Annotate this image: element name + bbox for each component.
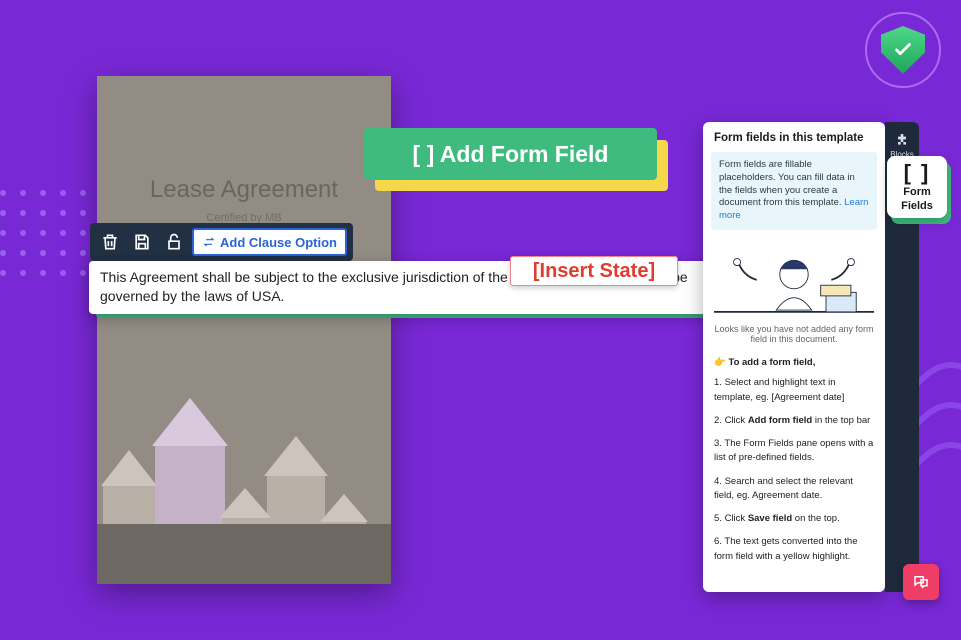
panel-info: Form fields are fillable placeholders. Y… bbox=[711, 152, 877, 230]
add-clause-option-button[interactable]: Add Clause Option bbox=[192, 228, 347, 256]
blocks-icon bbox=[894, 132, 910, 148]
security-badge bbox=[865, 12, 941, 88]
clause-text-before: This Agreement shall be subject to the e… bbox=[100, 269, 512, 285]
lock-button[interactable] bbox=[160, 228, 188, 256]
lock-open-icon bbox=[164, 232, 184, 252]
trash-icon bbox=[100, 232, 120, 252]
insert-state-chip[interactable]: [Insert State] bbox=[510, 256, 678, 286]
save-button[interactable] bbox=[128, 228, 156, 256]
panel-empty-text: Looks like you have not added any form f… bbox=[703, 322, 885, 350]
insert-state-label: [Insert State] bbox=[533, 260, 655, 283]
chat-icon bbox=[912, 573, 930, 591]
shield-check-icon bbox=[881, 26, 925, 74]
panel-steps-lead: 👉 To add a form field, bbox=[714, 356, 874, 370]
brackets-icon: [ ] bbox=[904, 162, 931, 184]
add-clause-label: Add Clause Option bbox=[220, 235, 337, 250]
step-1: 1. Select and highlight text in template… bbox=[714, 376, 874, 405]
step-5: 5. Click Save field on the top. bbox=[714, 512, 874, 526]
delete-button[interactable] bbox=[96, 228, 124, 256]
panel-illustration bbox=[703, 236, 885, 322]
swap-icon bbox=[202, 235, 216, 249]
pill-label-1: Form bbox=[903, 186, 931, 198]
chat-button[interactable] bbox=[903, 564, 939, 600]
document-title: Lease Agreement bbox=[97, 176, 391, 204]
add-form-field-label: [ ] Add Form Field bbox=[413, 141, 609, 168]
form-fields-panel: Form fields in this template Form fields… bbox=[703, 122, 885, 592]
add-form-field-callout: [ ] Add Form Field bbox=[364, 128, 657, 180]
form-fields-pill[interactable]: [ ] Form Fields bbox=[887, 156, 947, 218]
step-6: 6. The text gets converted into the form… bbox=[714, 535, 874, 564]
panel-info-text: Form fields are fillable placeholders. Y… bbox=[719, 159, 855, 208]
document-illustration bbox=[97, 314, 391, 584]
panel-heading: Form fields in this template bbox=[703, 122, 885, 150]
step-4: 4. Search and select the relevant field,… bbox=[714, 475, 874, 504]
document-preview: Lease Agreement Certified by MB bbox=[97, 76, 391, 584]
step-3: 3. The Form Fields pane opens with a lis… bbox=[714, 437, 874, 466]
pill-label-2: Fields bbox=[901, 200, 933, 212]
panel-steps: 👉 To add a form field, 1. Select and hig… bbox=[703, 350, 885, 585]
step-2: 2. Click Add form field in the top bar bbox=[714, 414, 874, 428]
save-icon bbox=[132, 232, 152, 252]
clause-toolbar: Add Clause Option bbox=[90, 223, 353, 261]
